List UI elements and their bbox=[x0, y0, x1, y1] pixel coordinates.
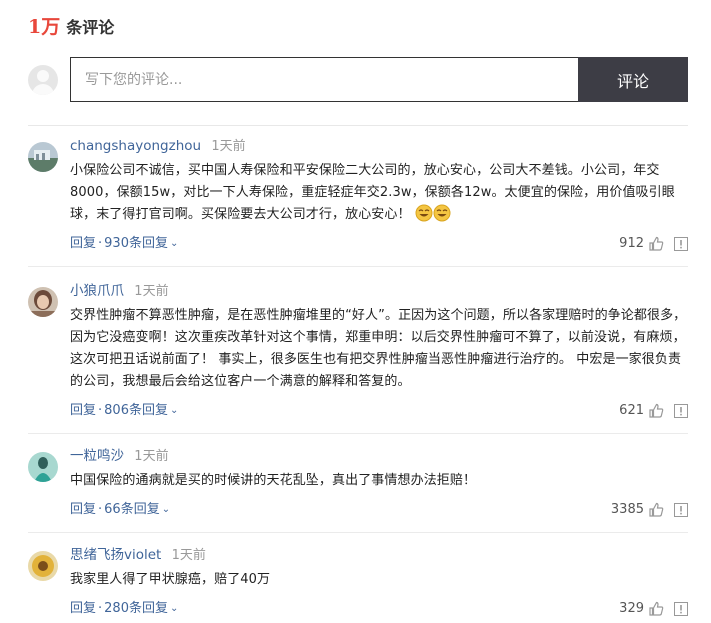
comment-divider bbox=[28, 433, 688, 434]
comment-divider bbox=[28, 266, 688, 267]
chevron-down-icon: ⌄ bbox=[169, 405, 179, 416]
comment-text: 小保险公司不诚信，买中国人寿保险和平安保险二大公司的，放心安心，公司大不差钱。小… bbox=[70, 163, 675, 222]
laughing-emoji-icon bbox=[415, 204, 433, 222]
composer-divider bbox=[28, 125, 688, 126]
report-icon[interactable] bbox=[674, 602, 688, 616]
view-replies-button[interactable]: 280条回复 ⌄ bbox=[104, 601, 178, 616]
username[interactable]: changshayongzhou bbox=[70, 138, 201, 154]
avatar[interactable] bbox=[28, 551, 58, 581]
username[interactable]: 一粒鸣沙 bbox=[70, 448, 124, 464]
comment-actions: 回复 · 806条回复 ⌄ 621 bbox=[70, 401, 688, 421]
view-replies-button[interactable]: 930条回复 ⌄ bbox=[104, 236, 178, 251]
comments-header: 1万 条评论 bbox=[28, 12, 114, 40]
comment-text: 中国保险的通病就是买的时候讲的天花乱坠，真出了事情想办法拒赔！ bbox=[70, 473, 477, 488]
laughing-emoji-icon bbox=[433, 204, 451, 222]
comment-count: 1万 bbox=[28, 16, 61, 38]
like-count: 3385 bbox=[610, 502, 644, 517]
current-user-avatar bbox=[28, 65, 58, 95]
like-count: 621 bbox=[619, 403, 644, 418]
like-count: 912 bbox=[619, 236, 644, 251]
comment-time: 1天前 bbox=[171, 548, 206, 563]
avatar[interactable] bbox=[28, 452, 58, 482]
comment-time: 1天前 bbox=[134, 449, 169, 464]
comment-input[interactable] bbox=[70, 57, 578, 102]
separator: · bbox=[98, 236, 103, 251]
comment-actions: 回复 · 66条回复 ⌄ 3385 bbox=[70, 500, 688, 520]
separator: · bbox=[98, 502, 103, 517]
view-replies-button[interactable]: 806条回复 ⌄ bbox=[104, 403, 178, 418]
thumbs-up-icon[interactable] bbox=[648, 502, 664, 518]
chevron-down-icon: ⌄ bbox=[169, 238, 179, 249]
reply-button[interactable]: 回复 bbox=[70, 601, 96, 616]
chevron-down-icon: ⌄ bbox=[169, 603, 179, 614]
thumbs-up-icon[interactable] bbox=[648, 601, 664, 617]
submit-comment-button[interactable]: 评论 bbox=[578, 57, 688, 102]
view-replies-button[interactable]: 66条回复 ⌄ bbox=[104, 502, 170, 517]
comment-composer: 评论 bbox=[28, 57, 688, 102]
report-icon[interactable] bbox=[674, 503, 688, 517]
avatar[interactable] bbox=[28, 287, 58, 317]
reply-button[interactable]: 回复 bbox=[70, 502, 96, 517]
comment-count-suffix: 条评论 bbox=[66, 18, 115, 37]
report-icon[interactable] bbox=[674, 404, 688, 418]
thumbs-up-icon[interactable] bbox=[648, 403, 664, 419]
avatar[interactable] bbox=[28, 142, 58, 172]
thumbs-up-icon[interactable] bbox=[648, 236, 664, 252]
separator: · bbox=[98, 403, 103, 418]
username[interactable]: 小狼爪爪 bbox=[70, 283, 124, 299]
comment-actions: 回复 · 280条回复 ⌄ 329 bbox=[70, 599, 688, 619]
comment-divider bbox=[28, 532, 688, 533]
comment-time: 1天前 bbox=[134, 284, 169, 299]
username[interactable]: 思绪飞扬violet bbox=[70, 547, 161, 563]
comment-actions: 回复 · 930条回复 ⌄ 912 bbox=[70, 234, 688, 254]
reply-button[interactable]: 回复 bbox=[70, 236, 96, 251]
comment-text: 我家里人得了甲状腺癌，赔了40万 bbox=[70, 572, 271, 587]
comment-text: 交界性肿瘤不算恶性肿瘤，是在恶性肿瘤堆里的“好人”。正因为这个问题，所以各家理赔… bbox=[70, 308, 687, 389]
report-icon[interactable] bbox=[674, 237, 688, 251]
reply-button[interactable]: 回复 bbox=[70, 403, 96, 418]
like-count: 329 bbox=[619, 601, 644, 616]
separator: · bbox=[98, 601, 103, 616]
comment-time: 1天前 bbox=[211, 139, 246, 154]
chevron-down-icon: ⌄ bbox=[161, 504, 171, 515]
